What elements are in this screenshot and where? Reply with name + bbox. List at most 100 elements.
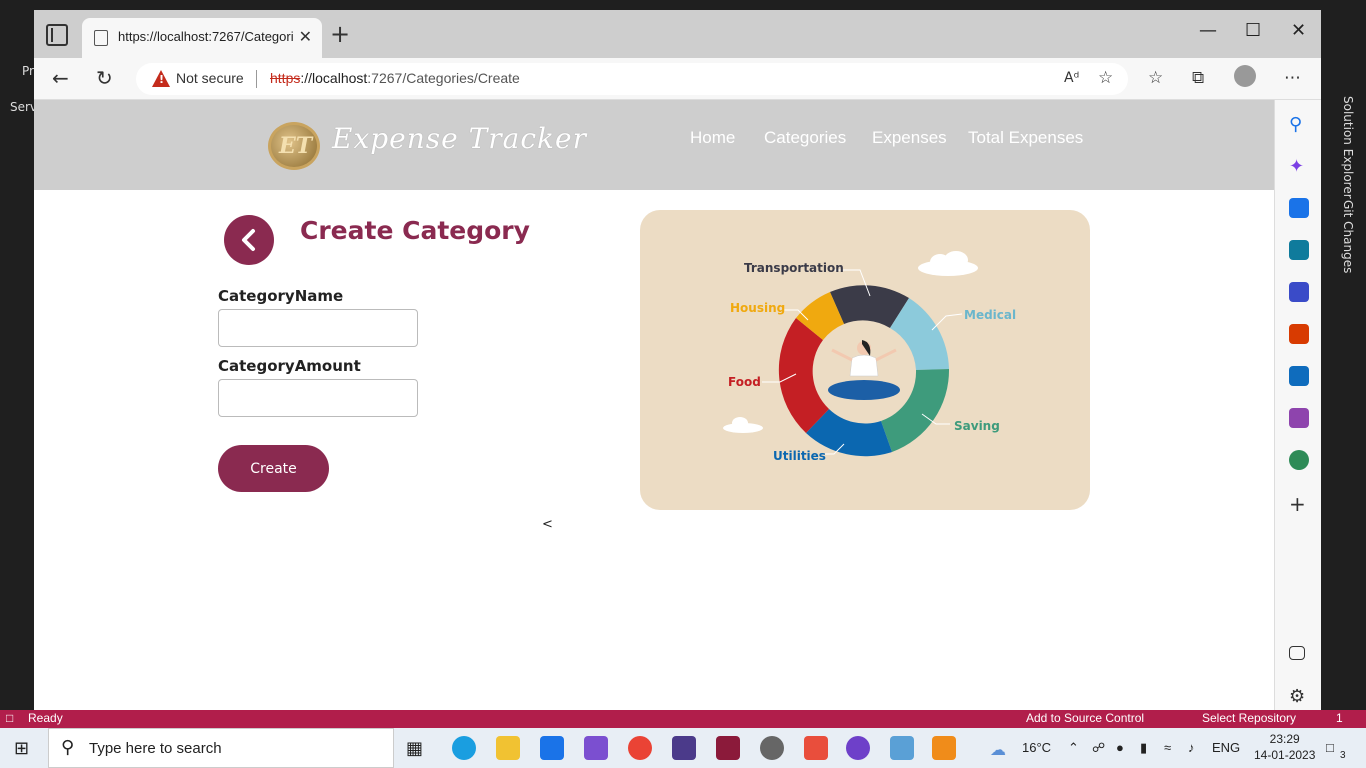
- favorites-icon[interactable]: ☆: [1148, 68, 1163, 88]
- sidebar-toggle-icon[interactable]: [1289, 646, 1305, 660]
- task-view-icon[interactable]: ▦: [406, 738, 423, 759]
- notification-center-icon[interactable]: □: [1326, 740, 1334, 755]
- search-icon[interactable]: ⚲: [1289, 114, 1309, 135]
- language-indicator[interactable]: ENG: [1212, 740, 1240, 755]
- git-app-icon[interactable]: [804, 736, 828, 760]
- mic-icon[interactable]: ●: [1116, 740, 1124, 755]
- status-icon: □: [6, 711, 14, 725]
- start-windows-icon[interactable]: ⊞: [14, 738, 29, 759]
- status-ready: Ready: [28, 711, 63, 725]
- back-arrow-icon[interactable]: ←: [52, 66, 69, 90]
- label-housing: Housing: [730, 301, 785, 315]
- nav-categories[interactable]: Categories: [764, 128, 846, 148]
- edge-app-icon[interactable]: [452, 736, 476, 760]
- chrome-icon[interactable]: [628, 736, 652, 760]
- close-window-icon[interactable]: ✕: [1291, 20, 1306, 41]
- warning-icon: [152, 70, 170, 87]
- edge-sidebar: ⚲ ✦ + ⚙: [1274, 100, 1321, 710]
- volume-icon[interactable]: ♪: [1188, 740, 1195, 755]
- select-repository[interactable]: Select Repository: [1202, 711, 1296, 725]
- chevron-left-icon: [242, 229, 255, 251]
- label-medical: Medical: [964, 308, 1016, 322]
- drop-icon[interactable]: [1289, 450, 1309, 470]
- refresh-icon[interactable]: ↻: [96, 66, 113, 90]
- nav-expenses[interactable]: Expenses: [872, 128, 947, 148]
- maximize-icon[interactable]: ☐: [1245, 20, 1261, 41]
- nav-home[interactable]: Home: [690, 128, 735, 148]
- read-aloud-icon[interactable]: Aᵈ: [1064, 70, 1079, 86]
- sublime-text-icon[interactable]: [932, 736, 956, 760]
- show-hidden-icon[interactable]: ⌃: [1068, 740, 1079, 756]
- battery-icon[interactable]: ▮: [1140, 740, 1147, 756]
- expense-illustration: Transportation Housing Medical Food Savi…: [640, 210, 1090, 510]
- url-host: ://localhost: [300, 70, 368, 86]
- visual-studio-icon[interactable]: [584, 736, 608, 760]
- collections-icon[interactable]: ⧉: [1192, 68, 1204, 88]
- create-button[interactable]: Create: [218, 445, 329, 492]
- url-path: :7267/Categories/Create: [367, 70, 520, 86]
- stray-text: <: [542, 517, 553, 532]
- add-icon[interactable]: +: [1289, 492, 1309, 516]
- search-icon: ⚲: [61, 737, 75, 758]
- office-icon[interactable]: [1289, 324, 1309, 344]
- label-transportation: Transportation: [744, 261, 844, 275]
- outlook-icon[interactable]: [1289, 366, 1309, 386]
- category-name-input[interactable]: [218, 309, 418, 347]
- category-amount-label: CategoryAmount: [218, 357, 361, 375]
- not-secure-label[interactable]: Not secure: [176, 70, 244, 86]
- logo-mark-text: ET: [279, 133, 313, 159]
- weather-icon[interactable]: ☁: [990, 740, 1006, 760]
- taskbar-search[interactable]: ⚲ Type here to search: [48, 728, 394, 768]
- taskbar: ⊞ ⚲ Type here to search ▦ ☁ 16°C ⌃ ☍ ● ▮…: [0, 728, 1366, 768]
- vs-project-label: Pr: [22, 64, 34, 78]
- category-amount-input[interactable]: [218, 379, 418, 417]
- new-tab-button[interactable]: +: [330, 20, 350, 48]
- vs-right-panel: Solution Explorer Git Changes: [1321, 0, 1366, 710]
- more-menu-icon[interactable]: ⋯: [1284, 68, 1301, 88]
- file-explorer-icon[interactable]: [496, 736, 520, 760]
- github-desktop-icon[interactable]: [846, 736, 870, 760]
- clock[interactable]: 23:29 14-01-2023: [1254, 731, 1315, 763]
- settings-gear-icon[interactable]: ⚙: [1289, 686, 1309, 707]
- mail-icon[interactable]: [540, 736, 564, 760]
- back-button[interactable]: [224, 215, 274, 265]
- games-icon[interactable]: [1289, 282, 1309, 302]
- browser-window: https://localhost:7267/Categories ✕ + — …: [34, 10, 1321, 710]
- weather-temp[interactable]: 16°C: [1022, 740, 1051, 755]
- notification-bell-icon[interactable]: 1: [1336, 711, 1343, 725]
- git-changes-tab[interactable]: Git Changes: [1341, 200, 1355, 273]
- close-tab-icon[interactable]: ✕: [299, 27, 312, 46]
- tool-app-icon[interactable]: [890, 736, 914, 760]
- clock-time: 23:29: [1269, 732, 1300, 746]
- tab-actions-icon[interactable]: [46, 24, 68, 46]
- wifi-icon[interactable]: ≈: [1164, 740, 1171, 755]
- terminal-icon[interactable]: [672, 736, 696, 760]
- url-scheme: https: [270, 70, 301, 86]
- label-utilities: Utilities: [773, 449, 826, 463]
- profile-avatar[interactable]: [1234, 65, 1256, 87]
- page-favicon-icon: [94, 30, 108, 46]
- designer-icon[interactable]: [1289, 408, 1309, 428]
- solution-explorer-tab[interactable]: Solution Explorer: [1341, 96, 1355, 199]
- add-to-source-control[interactable]: Add to Source Control: [1026, 711, 1144, 725]
- label-food: Food: [728, 375, 761, 389]
- notification-count: 3: [1340, 750, 1346, 761]
- active-tab[interactable]: https://localhost:7267/Categories ✕: [82, 18, 322, 58]
- network-icon[interactable]: ☍: [1092, 740, 1105, 756]
- address-bar[interactable]: Not secure https://localhost:7267/Catego…: [136, 63, 1128, 95]
- logo-icon[interactable]: ET: [268, 122, 320, 170]
- settings-app-icon[interactable]: [760, 736, 784, 760]
- nav-total-expenses[interactable]: Total Expenses: [968, 128, 1083, 148]
- vs-left-panel: Serv Pr: [0, 0, 37, 710]
- url-text[interactable]: https://localhost:7267/Categories/Create: [270, 70, 520, 86]
- minimize-icon[interactable]: —: [1199, 20, 1217, 41]
- shopping-icon[interactable]: [1289, 198, 1309, 218]
- tools-icon[interactable]: [1289, 240, 1309, 260]
- web-page: ET Expense Tracker Home Categories Expen…: [34, 100, 1274, 710]
- add-favorite-icon[interactable]: ☆: [1098, 68, 1113, 88]
- label-saving: Saving: [954, 419, 1000, 433]
- logo-text[interactable]: Expense Tracker: [332, 122, 587, 155]
- page-title: Create Category: [300, 216, 530, 245]
- winrar-icon[interactable]: [716, 736, 740, 760]
- copilot-icon[interactable]: ✦: [1289, 156, 1309, 177]
